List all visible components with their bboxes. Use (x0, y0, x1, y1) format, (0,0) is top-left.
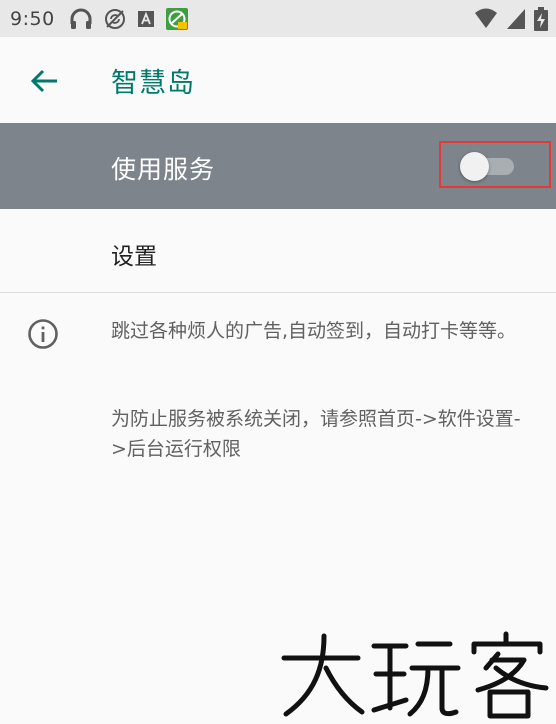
app-bar: 智慧岛 (0, 37, 556, 123)
wifi-icon (475, 8, 497, 28)
watermark-logo (281, 631, 549, 719)
status-icons-left (69, 7, 189, 31)
use-service-bar[interactable]: 使用服务 (0, 123, 556, 209)
headphones-icon (70, 8, 92, 29)
back-button[interactable] (24, 63, 64, 99)
no-sync-icon (104, 8, 125, 29)
battery-charging-icon (534, 7, 548, 31)
switch-thumb (460, 152, 489, 181)
page-title: 智慧岛 (111, 68, 195, 99)
use-service-label: 使用服务 (111, 155, 216, 184)
status-time: 9:50 (10, 7, 55, 30)
text-a-icon (137, 10, 154, 27)
arrow-back-icon (30, 69, 57, 93)
app-notification-icon (165, 7, 188, 30)
screen: 9:50 智慧岛 使用服务 设置 跳过各种烦人的广告,自动签到，自动打卡等等。 … (0, 0, 556, 724)
use-service-switch[interactable] (460, 152, 514, 181)
info-icon (28, 319, 58, 349)
cellular-signal-icon (507, 9, 525, 29)
settings-label: 设置 (111, 244, 157, 270)
info-description: 跳过各种烦人的广告,自动签到，自动打卡等等。 (111, 320, 517, 342)
info-note: 为防止服务被系统关闭，请参照首页->软件设置->后台运行权限 (111, 408, 521, 460)
divider (0, 292, 556, 293)
settings-item[interactable]: 设置 (0, 209, 556, 293)
status-icons-right (474, 7, 548, 31)
status-bar: 9:50 (0, 0, 556, 37)
